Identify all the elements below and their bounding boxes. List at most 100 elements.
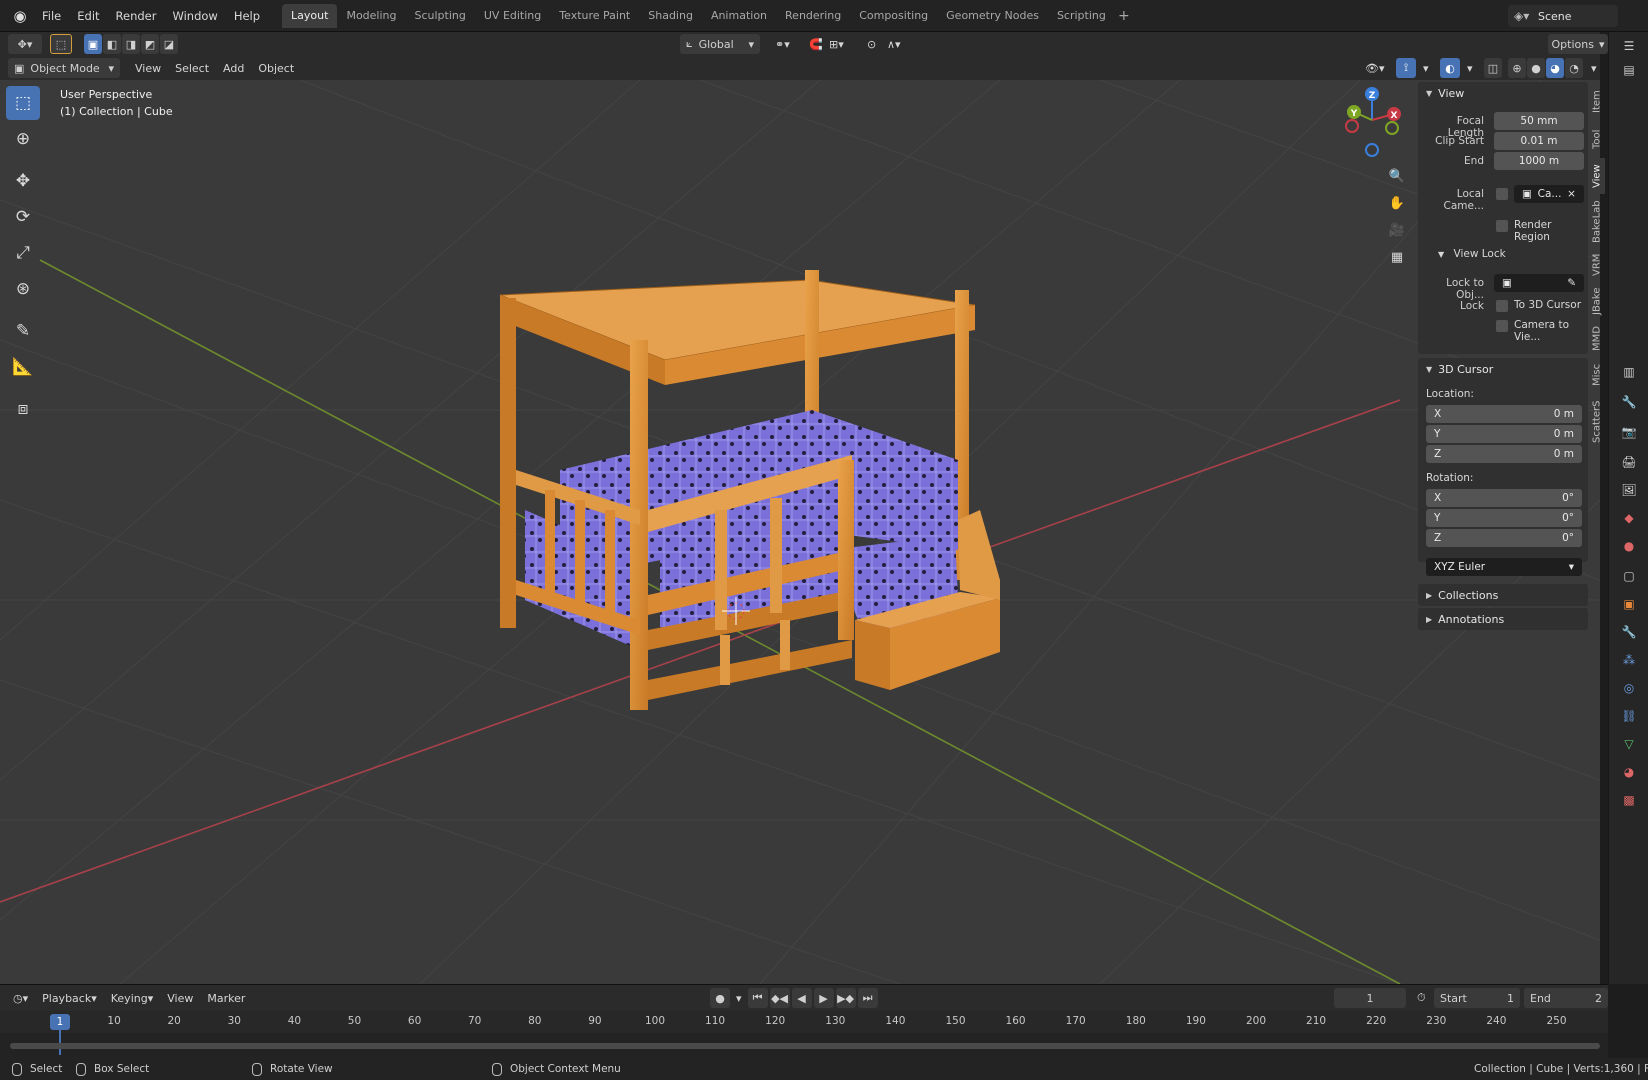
tab-modeling[interactable]: Modeling	[337, 4, 405, 28]
frame-ruler[interactable]: 1 10 20 30 40 50 60 70 80 90 100 110 120 130 140 150 16…	[0, 1011, 1608, 1033]
menu-render[interactable]: Render	[108, 4, 165, 28]
menu-add[interactable]: Add	[216, 58, 251, 78]
chevron-down-icon[interactable]: ▾	[1416, 58, 1436, 78]
overlays-toggle-icon[interactable]: ◐	[1440, 58, 1460, 78]
tab-layout[interactable]: Layout	[282, 3, 338, 28]
tab-texture-paint[interactable]: Texture Paint	[550, 4, 639, 28]
timeline-scrollbar[interactable]	[10, 1043, 1600, 1049]
constraints-icon[interactable]: ⛓	[1619, 706, 1639, 726]
render-region-checkbox[interactable]	[1496, 220, 1508, 232]
visibility-icon[interactable]: 👁▾	[1358, 58, 1392, 78]
material-icon[interactable]: ◕	[1619, 762, 1639, 782]
play-icon[interactable]: ▶	[813, 988, 834, 1008]
tab-tool[interactable]: Tool	[1589, 122, 1605, 156]
mode-dropdown[interactable]: ▣ Object Mode ▾	[8, 58, 120, 78]
scale-icon[interactable]: ⤢	[6, 236, 40, 270]
outliner-icon[interactable]: ☰	[1619, 36, 1639, 56]
collections-panel[interactable]: ▶ Collections	[1418, 584, 1588, 606]
next-keyframe-icon[interactable]: ▶◆	[835, 988, 856, 1008]
location-z-field[interactable]: Z 0 m	[1426, 445, 1582, 463]
lock-to-object-field[interactable]: ▣ ✎	[1494, 274, 1584, 292]
wireframe-shading-icon[interactable]: ⊕	[1508, 58, 1526, 78]
prev-keyframe-icon[interactable]: ◆◀	[769, 988, 790, 1008]
tab-bakelab[interactable]: BakeLab	[1589, 196, 1605, 248]
tab-rendering[interactable]: Rendering	[776, 4, 850, 28]
end-frame-field[interactable]: End 2	[1524, 988, 1608, 1008]
timeline-view-menu[interactable]: View	[160, 988, 200, 1008]
outliner-filter-icon[interactable]: ▤	[1619, 60, 1639, 80]
tab-shading[interactable]: Shading	[639, 4, 702, 28]
collection-props-icon[interactable]: ▢	[1619, 566, 1639, 586]
tab-scripting[interactable]: Scripting	[1048, 4, 1115, 28]
cursor-icon[interactable]: ⊕	[6, 122, 40, 156]
gizmo-toggle-icon[interactable]: ⟟	[1396, 58, 1416, 78]
scene-selector[interactable]: ◈▾ Scene	[1508, 5, 1618, 27]
ortho-grid-icon[interactable]: ▦	[1385, 245, 1409, 269]
chevron-down-icon[interactable]: ▾	[732, 988, 746, 1008]
annotate-icon[interactable]: ✎	[6, 314, 40, 348]
rotation-y-field[interactable]: Y 0°	[1426, 509, 1582, 527]
camera-view-icon[interactable]: 🎥	[1385, 218, 1409, 242]
blender-logo-icon[interactable]: ◉	[6, 2, 34, 30]
pan-hand-icon[interactable]: ✋	[1385, 191, 1409, 215]
tab-animation[interactable]: Animation	[702, 4, 776, 28]
pivot-point-icon[interactable]: ⚭▾	[768, 34, 797, 54]
jump-start-icon[interactable]: ⏮	[747, 988, 768, 1008]
current-frame-indicator[interactable]: 1	[50, 1014, 70, 1030]
transform-orientation-dropdown[interactable]: ⟀ Global ▾	[680, 34, 760, 54]
location-x-field[interactable]: X 0 m	[1426, 405, 1582, 423]
dog-bed-model[interactable]	[499, 270, 1000, 710]
move-icon[interactable]: ✥	[6, 164, 40, 198]
falloff-icon[interactable]: ∧▾	[880, 34, 908, 54]
tab-uv-editing[interactable]: UV Editing	[475, 4, 550, 28]
world-props-icon[interactable]: ●	[1619, 536, 1639, 556]
tab-vrm[interactable]: VRM	[1589, 250, 1605, 280]
tab-scatters[interactable]: ScatterS	[1589, 394, 1605, 450]
rotate-icon[interactable]: ⟳	[6, 200, 40, 234]
record-icon[interactable]: ●	[710, 988, 730, 1008]
xray-toggle-icon[interactable]: ◫	[1484, 58, 1502, 78]
start-frame-field[interactable]: Start 1	[1434, 988, 1520, 1008]
menu-view[interactable]: View	[128, 58, 168, 78]
clear-icon[interactable]: ×	[1567, 188, 1576, 200]
scene-props-icon[interactable]: ◆	[1619, 508, 1639, 528]
modifier-icon[interactable]: 🔧	[1619, 622, 1639, 642]
view-lock-header[interactable]: ▼ View Lock	[1438, 248, 1506, 260]
clip-end-field[interactable]: 1000 m	[1494, 152, 1584, 170]
render-props-icon[interactable]: 📷	[1619, 422, 1639, 442]
cursor-panel-header[interactable]: ▼ 3D Cursor	[1418, 358, 1588, 380]
select-tool-icon[interactable]: ⬚	[50, 34, 72, 54]
select-subtract-icon[interactable]: ◨	[122, 34, 140, 54]
zoom-icon[interactable]: 🔍	[1385, 164, 1409, 188]
physics-icon[interactable]: ◎	[1619, 678, 1639, 698]
navigation-gizmo[interactable]: Z X Y	[1338, 84, 1412, 158]
tab-view[interactable]: View	[1589, 158, 1605, 194]
3d-viewport[interactable]: User Perspective (1) Collection | Cube Z…	[0, 80, 1600, 984]
lock-to-cursor-checkbox[interactable]	[1496, 300, 1508, 312]
tab-mmd[interactable]: MMD	[1589, 322, 1605, 356]
particles-icon[interactable]: ⁂	[1619, 650, 1639, 670]
tab-compositing[interactable]: Compositing	[850, 4, 937, 28]
menu-object[interactable]: Object	[251, 58, 301, 78]
view-layer-icon[interactable]: 🖼	[1619, 480, 1639, 500]
tab-item[interactable]: Item	[1589, 84, 1605, 120]
jump-end-icon[interactable]: ⏭	[857, 988, 878, 1008]
texture-icon[interactable]: ▩	[1619, 790, 1639, 810]
tab-sculpting[interactable]: Sculpting	[406, 4, 475, 28]
eyedropper-icon[interactable]: ✎	[1567, 277, 1576, 289]
tab-misc[interactable]: Misc	[1589, 358, 1605, 392]
current-frame-field[interactable]: 1	[1334, 988, 1406, 1008]
solid-shading-icon[interactable]: ●	[1527, 58, 1545, 78]
keying-menu[interactable]: Keying ▾	[104, 988, 160, 1008]
focal-length-field[interactable]: 50 mm	[1494, 112, 1584, 130]
data-props-icon[interactable]: ▽	[1619, 734, 1639, 754]
properties-icon[interactable]: ▥	[1619, 362, 1639, 382]
location-y-field[interactable]: Y 0 m	[1426, 425, 1582, 443]
menu-select[interactable]: Select	[168, 58, 216, 78]
editor-type-icon[interactable]: ✥▾	[8, 34, 42, 54]
tool-props-icon[interactable]: 🔧	[1619, 392, 1639, 412]
transform-icon[interactable]: ⊛	[6, 272, 40, 306]
playhead-line[interactable]	[59, 1029, 61, 1055]
chevron-down-icon[interactable]: ▾	[1584, 58, 1604, 78]
tab-geometry-nodes[interactable]: Geometry Nodes	[937, 4, 1048, 28]
